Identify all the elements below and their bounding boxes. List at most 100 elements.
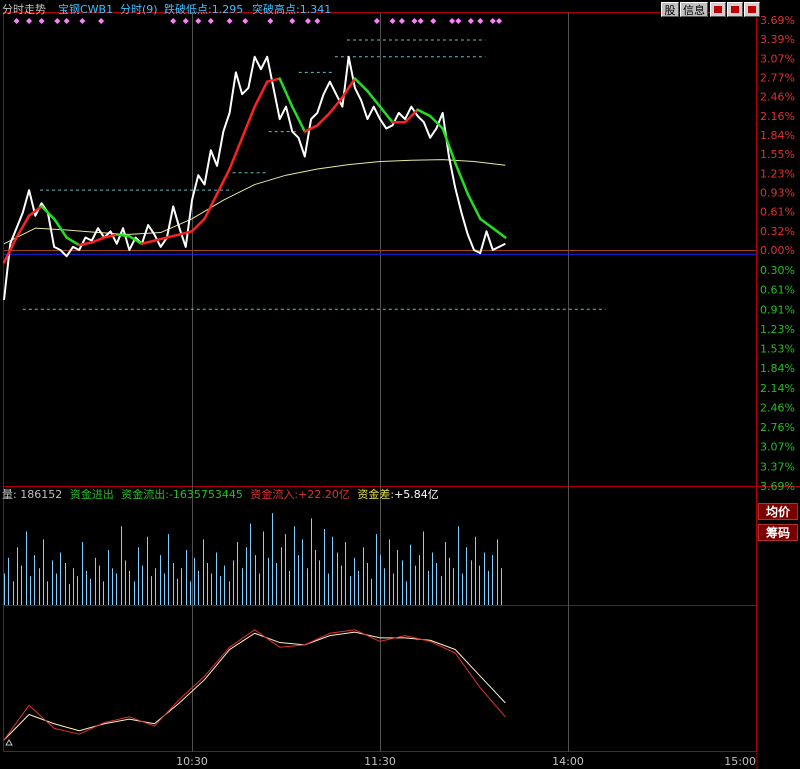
ma-segment — [353, 77, 369, 93]
break-marker-icon — [449, 18, 456, 24]
price-tick-label: 0.93% — [760, 187, 795, 200]
ma-segment — [291, 105, 307, 133]
ma-segment — [253, 80, 269, 108]
break-high-value: 1.341 — [299, 3, 332, 16]
price-tick-label: 3.07% — [760, 441, 795, 454]
break-low-indicator: 跌破低点:1.295 — [164, 2, 243, 18]
ma-segment — [366, 89, 382, 108]
price-tick-label: 0.91% — [760, 303, 795, 316]
fund-diff-label: 资金差: — [357, 488, 395, 501]
ma-segment — [203, 192, 219, 221]
price-tick-label: 3.69% — [760, 480, 795, 493]
ma-segment — [479, 217, 495, 230]
avg-price-line — [3, 159, 506, 245]
ma-segment — [190, 217, 206, 233]
ma-segment — [303, 124, 319, 133]
avg-price-button[interactable]: 均价 — [758, 503, 798, 520]
ma-segment — [165, 233, 181, 239]
security-name: 宝钢CWB1 — [58, 3, 114, 16]
break-marker-icon — [430, 18, 437, 24]
break-low-label: 跌破低点: — [164, 3, 212, 16]
ma-segment — [378, 105, 394, 124]
break-marker-icon — [373, 18, 380, 24]
price-line — [3, 55, 506, 300]
fund-in-label: 资金流入: — [250, 488, 299, 501]
fund-flow-fast-line — [3, 629, 506, 741]
info-button[interactable]: 信息 — [680, 2, 708, 17]
ma-segment — [466, 192, 482, 221]
break-marker-icon — [417, 18, 424, 24]
time-tick-label: 10:30 — [176, 755, 208, 768]
break-marker-icon — [489, 18, 496, 24]
break-marker-icon — [182, 18, 189, 24]
chips-button[interactable]: 筹码 — [758, 524, 798, 541]
price-tick-label: 3.69% — [760, 14, 795, 27]
time-tick-label: 15:00 — [724, 755, 756, 768]
fund-in-value: +22.20亿 — [298, 488, 350, 501]
break-marker-icon — [242, 18, 249, 24]
break-marker-icon — [170, 18, 177, 24]
price-tick-label: 1.84% — [760, 129, 795, 142]
chart-canvas[interactable]: 3.69% 3.39% 3.07% 2.77% 2.46% 2.16% 1.84% 1.55%… — [0, 0, 800, 769]
price-tick-label: 0.32% — [760, 225, 795, 238]
fund-diff-value: +5.84亿 — [394, 488, 439, 501]
break-marker-icon — [467, 18, 474, 24]
window-maximize-icon[interactable] — [727, 2, 743, 17]
break-marker-icon — [54, 18, 61, 24]
ma-segment — [240, 105, 256, 140]
stock-button[interactable]: 股 — [661, 2, 679, 17]
price-tick-label: 1.23% — [760, 323, 795, 336]
break-marker-icon — [226, 18, 233, 24]
mode-label: 分时走势 — [2, 3, 46, 16]
price-tick-label: 0.61% — [760, 284, 795, 297]
time-tick-label: 11:30 — [364, 755, 396, 768]
price-tick-label: 1.23% — [760, 167, 795, 180]
ma-segment — [52, 217, 68, 239]
price-tick-label: 1.53% — [760, 343, 795, 356]
ma-segment — [453, 161, 469, 196]
window-restore-icon[interactable] — [710, 2, 726, 17]
break-marker-icon — [411, 18, 418, 24]
ma-segment — [265, 77, 281, 83]
break-low-value: 1.295 — [211, 3, 244, 16]
break-high-label: 突破高点: — [252, 3, 300, 16]
price-tick-label: 2.46% — [760, 401, 795, 414]
break-marker-icon — [455, 18, 462, 24]
ma-segment — [491, 226, 507, 239]
price-tick-label: 2.16% — [760, 110, 795, 123]
break-marker-icon — [267, 18, 274, 24]
price-tick-label: 3.37% — [760, 460, 795, 473]
break-marker-icon — [63, 18, 70, 24]
price-tick-label: 1.84% — [760, 362, 795, 375]
price-tick-label: 0.30% — [760, 264, 795, 277]
volume-header: 量: 186152 资金进出 资金流出:-1635753445 资金流入:+22… — [2, 488, 439, 502]
intraday-chart-window: 3.69% 3.39% 3.07% 2.77% 2.46% 2.16% 1.84% 1.55%… — [0, 0, 800, 769]
price-tick-label: 2.14% — [760, 382, 795, 395]
price-tick-label: 3.39% — [760, 33, 795, 46]
fund-out-value: -1635753445 — [168, 488, 243, 501]
break-marker-icon — [38, 18, 45, 24]
volume-label: 量: — [2, 488, 17, 501]
price-tick-label: 2.46% — [760, 91, 795, 104]
break-marker-icon — [398, 18, 405, 24]
fund-out-label: 资金流出: — [121, 488, 169, 501]
fund-flow-slow-line — [3, 631, 506, 741]
break-marker-icon — [289, 18, 296, 24]
ma-segment — [65, 236, 81, 247]
break-marker-icon — [304, 18, 311, 24]
break-marker-icon — [98, 18, 105, 24]
break-marker-icon — [314, 18, 321, 24]
ma-segment — [77, 241, 93, 247]
ma-segment — [278, 77, 294, 108]
fund-flow-label: 资金进出 — [69, 488, 114, 501]
price-tick-label: 0.61% — [760, 206, 795, 219]
price-tick-label: 2.76% — [760, 421, 795, 434]
break-marker-icon — [26, 18, 33, 24]
price-tick-label: 3.07% — [760, 52, 795, 65]
price-tick-label: 2.77% — [760, 72, 795, 85]
break-marker-icon — [79, 18, 86, 24]
close-icon[interactable] — [744, 2, 760, 17]
break-marker-icon — [389, 18, 396, 24]
price-tick-label: 1.55% — [760, 148, 795, 161]
break-marker-icon — [477, 18, 484, 24]
